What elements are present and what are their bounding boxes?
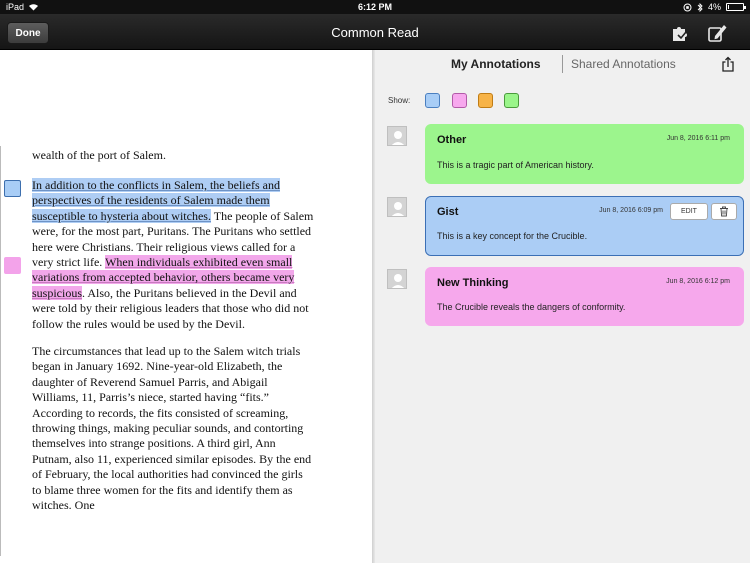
paragraph-line: were, for the most part, Puritans. The P… [32,224,312,239]
annotation-tabs: My Annotations Shared Annotations [375,50,750,80]
plain-text: very strict life. [32,255,106,270]
annotation-text: The Crucible reveals the dangers of conf… [437,302,626,312]
paragraph-line: suspicious. Also, the Puritans believed … [32,285,313,301]
paragraph-line: The circumstances that lead up to the Sa… [32,344,301,358]
paragraph-line: themselves into strange positions. A thi… [32,436,276,451]
annotation-card-other[interactable]: Other Jun 8, 2016 6:11 pm This is a trag… [425,124,744,184]
paragraph-line: perspectives of the residents of Salem m… [32,193,313,208]
paragraph-line: began in January 1692. Nine-year-old Eli… [32,359,283,374]
nav-bar: Done Common Read [0,14,750,50]
delete-button[interactable] [711,203,737,220]
plain-text: The people of Salem [210,208,314,223]
paragraph-line: very strict life. When individuals exhib… [32,255,313,270]
avatar [387,269,407,289]
annotation-date: Jun 8, 2016 6:09 pm [599,207,663,214]
paragraph-line: wealth of the port of Salem. [32,148,166,162]
show-filter-label: Show: [388,96,411,105]
tab-separator [562,55,563,73]
filter-green-swatch[interactable] [504,93,519,108]
pink-highlight[interactable]: suspicious [32,285,83,300]
filter-blue-swatch[interactable] [425,93,440,108]
paragraph-line: According to records, the fits consisted… [32,405,289,420]
paragraph-line: Putnam, also 11, experienced similar epi… [32,451,312,466]
paragraph-line: witches. One [32,498,95,513]
status-time: 6:12 PM [357,2,392,12]
paragraph-line: variations from accepted behavior, other… [32,270,313,285]
paragraph-line: Williams, 11, Parris’s niece, started ha… [32,390,270,405]
pink-highlight[interactable]: variations from accepted behavior, other… [32,270,295,285]
pink-highlight[interactable]: When individuals exhibited even small [105,255,293,270]
user-silhouette-icon [391,202,405,216]
battery-icon [726,3,746,11]
paragraph-line: susceptible to hysteria about witches. T… [32,208,314,224]
annotation-text: This is a key concept for the Crucible. [437,231,588,241]
trash-icon [720,206,728,217]
annotations-panel: My Annotations Shared Annotations Show: … [375,50,750,563]
annotation-card-gist[interactable]: Gist Jun 8, 2016 6:09 pm EDIT This is a … [425,196,744,256]
filter-pink-swatch[interactable] [452,93,467,108]
paragraph-line: follow the rules would be used by the De… [32,316,245,331]
blue-highlight[interactable]: perspectives of the residents of Salem m… [32,193,270,208]
tab-my-annotations[interactable]: My Annotations [451,57,541,71]
avatar [387,126,407,146]
paragraph-line: throwing things, making peculiar sounds,… [32,421,304,436]
margin-rule [0,146,1,556]
paragraph-line: were told by their religious leaders tha… [32,301,309,316]
annotation-date: Jun 8, 2016 6:12 pm [666,278,730,285]
bluetooth-icon [697,2,703,12]
status-bar: iPad 6:12 PM 4% [0,0,750,14]
edit-button[interactable]: EDIT [670,203,708,220]
blue-highlight[interactable]: susceptible to hysteria about witches. [32,208,211,223]
battery-percent: 4% [707,2,721,12]
blue-highlight[interactable]: In addition to the conflicts in Salem, t… [32,178,280,192]
user-silhouette-icon [391,131,405,145]
pink-annotation-marker[interactable] [4,257,21,274]
annotation-text: This is a tragic part of American histor… [437,160,594,170]
puzzle-piece-icon[interactable] [669,22,691,44]
annotation-date: Jun 8, 2016 6:11 pm [666,135,730,142]
status-right: 4% [683,2,746,12]
paragraph-line: daughter of Reverend Samuel Parris, and … [32,374,268,389]
annotation-type: Gist [437,206,459,218]
filter-orange-swatch[interactable] [478,93,493,108]
user-silhouette-icon [391,274,405,288]
paragraph-line: to blame three women for the fits and id… [32,482,293,497]
battery-level [728,5,729,9]
paragraph-2: In addition to the conflicts in Salem, t… [32,178,313,332]
annotation-type: New Thinking [437,277,509,289]
annotation-type: Other [437,134,467,146]
tab-shared-annotations[interactable]: Shared Annotations [571,57,676,71]
paragraph-1: wealth of the port of Salem. [32,148,166,163]
blue-annotation-marker[interactable] [4,180,21,197]
orientation-lock-icon [683,3,692,11]
annotation-card-new-thinking[interactable]: New Thinking Jun 8, 2016 6:12 pm The Cru… [425,267,744,326]
annotate-pencil-icon[interactable] [706,22,728,44]
avatar [387,197,407,217]
page-title: Common Read [331,25,419,40]
share-icon[interactable] [721,56,735,72]
plain-text: . Also, the Puritans believed in the Dev… [82,285,297,300]
paragraph-line: of February, the local authorities had c… [32,467,303,482]
paragraph-line: here were Christians. Their religious vi… [32,239,296,254]
paragraph-line: In addition to the conflicts in Salem, t… [32,178,313,193]
reading-pane: wealth of the port of Salem. In addition… [0,50,372,563]
paragraph-3: The circumstances that lead up to the Sa… [32,344,311,513]
